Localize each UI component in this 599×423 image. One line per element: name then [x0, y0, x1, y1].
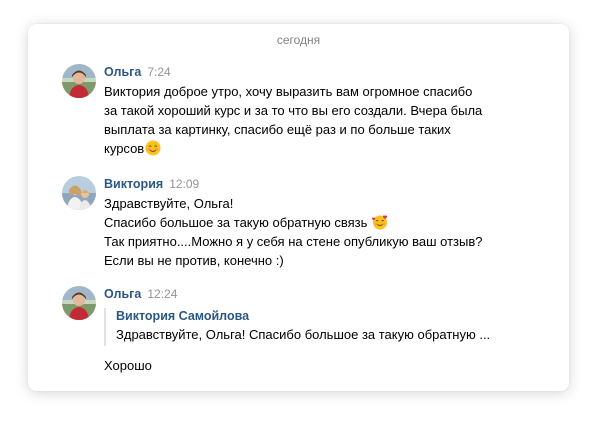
message-line-with-emoji: Спасибо большое за такую обратную связь — [104, 213, 540, 232]
message-time[interactable]: 12:24 — [147, 287, 177, 301]
message-text: Виктория доброе утро, хочу выразить вам … — [104, 82, 540, 158]
smiling-blush-emoji-icon — [145, 140, 161, 156]
date-separator: сегодня — [276, 33, 321, 47]
quote-text: Здравствуйте, Ольга! Спасибо большое за … — [116, 327, 491, 342]
message-line-with-emoji: курсов — [104, 139, 540, 158]
message-text: Хорошо — [104, 358, 152, 373]
smiling-hearts-emoji-icon — [371, 214, 388, 230]
message-line: Виктория доброе утро, хочу выразить вам … — [104, 84, 473, 99]
message-time[interactable]: 7:24 — [147, 65, 170, 79]
avatar[interactable] — [62, 286, 96, 320]
quote-author[interactable]: Виктория Самойлова — [116, 308, 540, 325]
message-line: Так приятно....Можно я у себя на стене о… — [104, 234, 483, 249]
message-body: Виктория 12:09 Здравствуйте, Ольга! Спаси… — [104, 176, 540, 270]
message-line: Спасибо большое за такую обратную связь — [104, 215, 368, 230]
message-body: Ольга 12:24 Виктория Самойлова Здравствуй… — [104, 286, 540, 375]
message-line: курсов — [104, 141, 145, 156]
message-body: Ольга 7:24 Виктория доброе утро, хочу выр… — [104, 64, 540, 158]
message-line: Если вы не против, конечно :) — [104, 253, 284, 268]
message-line: за такой хороший курс и за то что вы его… — [104, 103, 483, 118]
message-time[interactable]: 12:09 — [169, 177, 199, 191]
avatar[interactable] — [62, 64, 96, 98]
author-name[interactable]: Виктория — [104, 177, 163, 191]
avatar[interactable] — [62, 176, 96, 210]
author-name[interactable]: Ольга — [104, 65, 141, 79]
author-name[interactable]: Ольга — [104, 287, 141, 301]
message-line: выплата за картинку, спасибо ещё раз и п… — [104, 122, 451, 137]
chat-history-card: сегодня Ольга 7:24 Виктория доброе утро, … — [28, 24, 569, 391]
message-line: Здравствуйте, Ольга! — [104, 196, 234, 211]
quoted-message[interactable]: Виктория Самойлова Здравствуйте, Ольга! … — [104, 308, 540, 346]
message-text: Здравствуйте, Ольга! Спасибо большое за … — [104, 194, 540, 270]
